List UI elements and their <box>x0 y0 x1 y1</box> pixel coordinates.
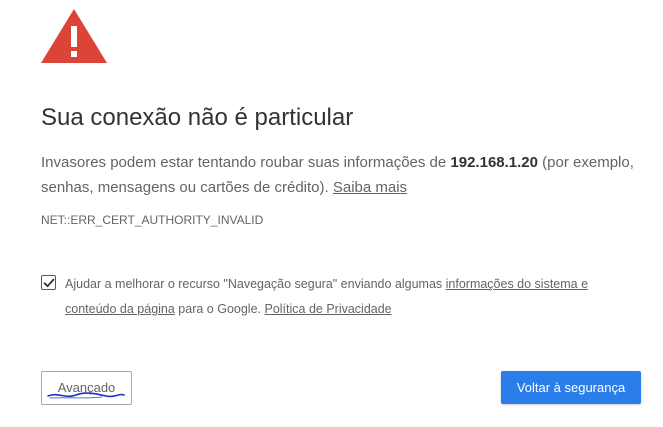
page-title: Sua conexão não é particular <box>41 104 354 131</box>
main-message: Invasores podem estar tentando roubar su… <box>41 150 641 200</box>
safe-browsing-optin-text: Ajudar a melhorar o recurso "Navegação s… <box>65 272 625 322</box>
privacy-policy-link[interactable]: Política de Privacidade <box>264 302 391 316</box>
error-code: NET::ERR_CERT_AUTHORITY_INVALID <box>41 213 264 227</box>
warning-triangle-icon <box>41 9 107 63</box>
optin-middle: para o Google. <box>174 302 265 316</box>
advanced-button[interactable]: Avançado <box>41 371 132 405</box>
host-name: 192.168.1.20 <box>450 154 538 171</box>
ssl-error-page: Sua conexão não é particular Invasores p… <box>0 0 663 427</box>
learn-more-link[interactable]: Saiba mais <box>333 179 407 196</box>
checkmark-icon <box>43 278 55 288</box>
back-to-safety-button[interactable]: Voltar à segurança <box>501 371 641 404</box>
message-prefix: Invasores podem estar tentando roubar su… <box>41 154 451 171</box>
safe-browsing-checkbox[interactable] <box>41 275 56 290</box>
optin-prefix: Ajudar a melhorar o recurso "Navegação s… <box>65 277 446 291</box>
